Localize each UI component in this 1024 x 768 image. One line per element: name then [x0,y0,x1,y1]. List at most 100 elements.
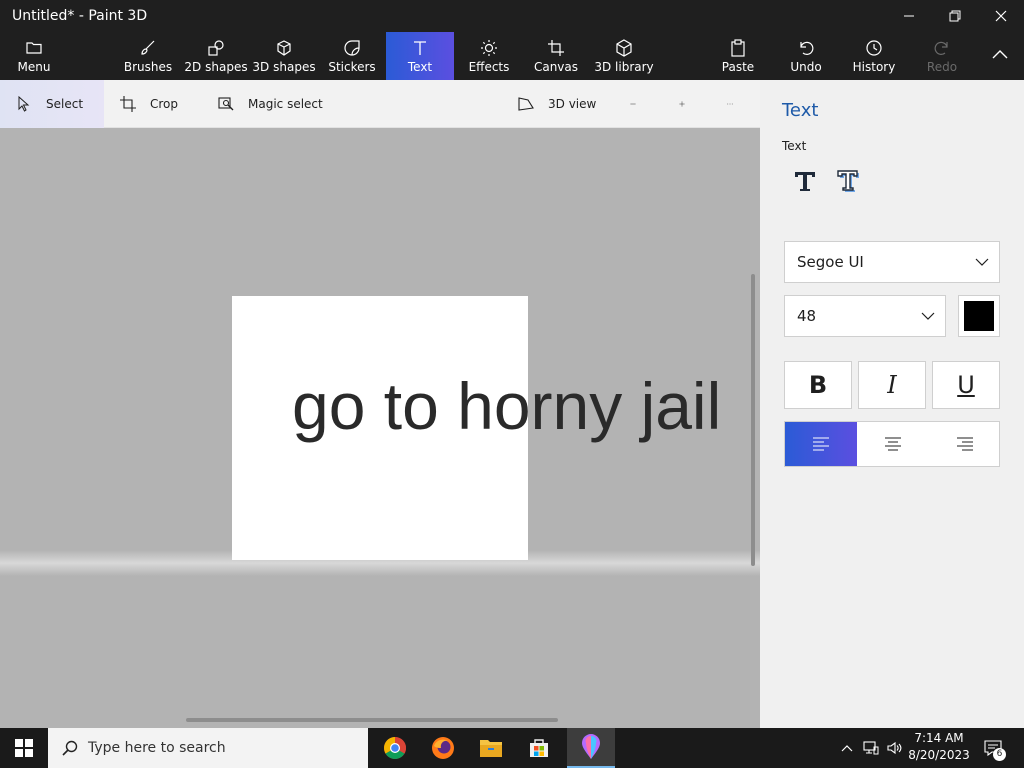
canvas-text-box[interactable]: go to horny jail [292,368,721,444]
font-family-value: Segoe UI [797,253,864,271]
history-label: History [852,59,896,74]
restore-button[interactable] [932,0,978,32]
firefox-icon [432,737,454,759]
minimize-icon [904,15,914,17]
canvas-workspace[interactable]: go to horny jail [0,128,760,728]
underline-button[interactable]: U [932,361,1000,409]
window-title: Untitled* - Paint 3D [12,8,148,24]
redo-button[interactable]: Redo [920,32,964,80]
effects-button[interactable]: Effects [462,32,516,80]
crop-label: Crop [150,97,179,111]
align-right-button[interactable] [929,422,1001,466]
chevron-up-icon [992,49,1008,58]
crop-tool-button[interactable]: Crop [120,80,200,128]
volume-tray-button[interactable] [884,728,906,768]
font-family-dropdown[interactable]: Segoe UI [784,241,1000,283]
zoom-out-button[interactable] [630,80,650,128]
chrome-icon [384,737,406,759]
text-tab-button[interactable]: Text [386,32,454,80]
clipboard-icon [731,38,745,57]
magic-select-icon [218,97,234,111]
text-type-label: Text [782,139,807,153]
folder-icon [26,41,42,54]
speaker-icon [887,741,902,755]
stickers-label: Stickers [328,59,376,74]
minimize-button[interactable] [886,0,932,32]
search-placeholder: Type here to search [88,740,226,756]
taskbar-store[interactable] [515,728,563,768]
cube-icon [277,39,291,56]
align-right-icon [957,437,973,451]
2d-shapes-label: 2D shapes [184,59,248,74]
sun-icon [481,39,497,56]
taskbar-chrome[interactable] [371,728,419,768]
align-left-icon [813,437,829,451]
crop-icon [120,96,136,112]
undo-button[interactable]: Undo [784,32,828,80]
brushes-button[interactable]: Brushes [118,32,178,80]
more-options-button[interactable] [727,80,747,128]
plus-icon [679,101,685,107]
taskbar: Type here to search 7:14 AM 8/20/2023 6 [0,728,1024,768]
text-label: Text [407,59,433,74]
collapse-ribbon-button[interactable] [980,32,1020,80]
3d-view-label: 3D view [548,97,597,111]
taskbar-firefox[interactable] [419,728,467,768]
ribbon: Menu Brushes 2D shapes 3D shapes Sticker… [0,32,1024,80]
minus-icon [630,103,636,105]
3d-view-button[interactable]: 3D view [518,80,608,128]
brush-icon [141,40,155,55]
text-alignment-group [784,421,1000,467]
horizontal-scrollbar[interactable] [186,718,558,722]
search-icon [62,740,78,756]
3d-library-button[interactable]: 3D library [594,32,654,80]
taskbar-file-explorer[interactable] [467,728,515,768]
zoom-in-button[interactable] [679,80,699,128]
stickers-button[interactable]: Stickers [324,32,380,80]
align-center-icon [885,437,901,451]
history-button[interactable]: History [850,32,898,80]
font-size-value: 48 [797,307,817,325]
taskbar-paint-3d[interactable] [567,728,615,768]
canvas-button[interactable]: Canvas [530,32,582,80]
canvas-label: Canvas [533,59,579,74]
more-icon [727,103,733,105]
history-icon [866,39,882,56]
text-icon [414,40,426,55]
effects-label: Effects [468,59,510,74]
menu-label: Menu [17,59,51,74]
2d-shapes-button[interactable]: 2D shapes [184,32,248,80]
close-button[interactable] [978,0,1024,32]
chevron-down-icon [975,258,989,266]
3d-text-icon [837,170,859,192]
taskbar-search-box[interactable]: Type here to search [48,728,368,768]
align-center-button[interactable] [857,422,929,466]
font-size-dropdown[interactable]: 48 [784,295,946,337]
align-left-button[interactable] [785,422,857,466]
menu-button[interactable]: Menu [4,32,64,80]
3d-shapes-button[interactable]: 3D shapes [252,32,316,80]
select-tool-button[interactable]: Select [0,80,104,128]
show-hidden-icons-button[interactable] [838,728,856,768]
sticker-icon [344,39,360,56]
clock-time: 7:14 AM [914,731,964,745]
undo-icon [800,41,814,55]
text-color-picker[interactable] [958,295,1000,337]
start-button[interactable] [0,728,48,768]
brushes-label: Brushes [123,59,173,74]
vertical-scrollbar[interactable] [751,274,755,566]
redo-label: Redo [926,59,958,74]
folder-icon [480,740,502,757]
magic-select-button[interactable]: Magic select [218,80,338,128]
3d-library-icon [616,38,632,57]
italic-button[interactable]: I [858,361,926,409]
bold-button[interactable]: B [784,361,852,409]
network-tray-button[interactable] [860,728,882,768]
paste-label: Paste [721,59,755,74]
paste-button[interactable]: Paste [716,32,760,80]
redo-icon [934,41,948,55]
taskbar-clock[interactable]: 7:14 AM 8/20/2023 [904,730,974,766]
magic-select-label: Magic select [248,97,323,111]
3d-text-button[interactable] [832,164,866,198]
2d-text-button[interactable] [788,164,822,198]
